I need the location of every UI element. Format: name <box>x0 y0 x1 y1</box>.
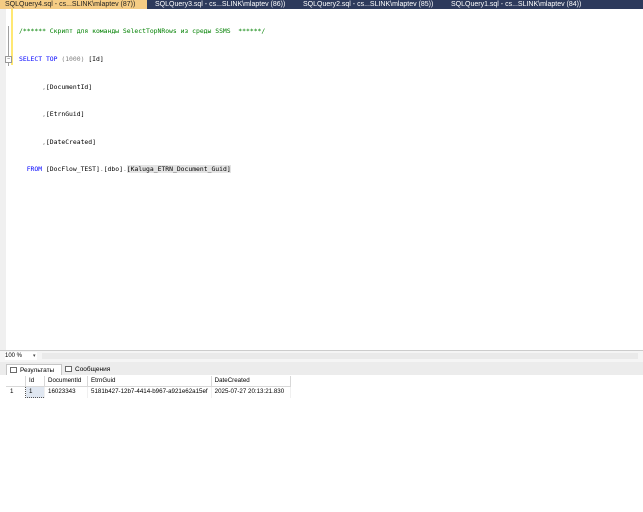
column-header-label: DateCreated <box>214 377 250 384</box>
table-name: [Kaluga_ETRN_Document_Guid] <box>126 165 231 174</box>
column-header-datecreated[interactable]: DateCreated <box>211 376 291 387</box>
row-number[interactable]: 1 <box>6 387 26 398</box>
code-line-3: ,[DocumentId] <box>19 83 265 92</box>
cell-datecreated[interactable]: 2025-07-27 20:13:21.830 <box>211 386 291 398</box>
tab-sqlquery3[interactable]: SQLQuery3.sql - cs...SLINK\mlaptev (86)) <box>150 0 295 9</box>
column-datecreated: [DateCreated] <box>45 137 96 146</box>
tab-label: SQLQuery3.sql - cs...SLINK\mlaptev (86)) <box>155 1 286 8</box>
schema-name: [dbo] <box>103 165 123 174</box>
cell-value: 1 <box>29 388 33 395</box>
column-header-id[interactable]: Id <box>25 376 45 387</box>
column-id: [Id] <box>88 55 104 63</box>
results-tabs: Результаты Сообщения <box>0 362 643 376</box>
code-line-2: − SELECT TOP (1000) [Id] <box>5 55 265 64</box>
tab-messages-label: Сообщения <box>75 366 111 373</box>
cell-value: 16023343 <box>48 388 76 396</box>
code-line-5: ,[DateCreated] <box>19 138 265 147</box>
tab-results-label: Результаты <box>20 367 55 374</box>
code-line-1: /****** Скрипт для команды SelectTopNRow… <box>19 27 265 36</box>
keyword-select: SELECT <box>19 55 43 63</box>
column-header-label: DocumentId <box>48 377 82 384</box>
cell-documentid[interactable]: 16023343 <box>44 386 88 398</box>
tab-sqlquery1[interactable]: SQLQuery1.sql - cs...SLINK\mlaptev (84)) <box>446 0 591 9</box>
zoom-level: 100 % <box>5 353 23 359</box>
column-etrnguid: [EtrnGuid] <box>45 110 85 119</box>
grid-header-row: Id DocumentId EtrnGuid DateCreated <box>6 376 291 387</box>
tab-label: SQLQuery2.sql - cs...SLINK\mlaptev (85)) <box>303 1 434 8</box>
cell-etrnguid[interactable]: 5181b427-12b7-4414-b967-a921e62a15ef <box>87 386 212 398</box>
table-row[interactable]: 1 1 16023343 5181b427-12b7-4414-b967-a92… <box>6 386 291 398</box>
results-grid: Id DocumentId EtrnGuid DateCreated 1 1 1… <box>6 376 291 398</box>
column-header-label: EtrnGuid <box>91 377 116 384</box>
chevron-down-icon[interactable]: ▾ <box>33 352 36 360</box>
results-grid-area: Id DocumentId EtrnGuid DateCreated 1 1 1… <box>0 375 643 512</box>
editor-status-bar: 100 % ▾ <box>0 350 643 362</box>
cell-id[interactable]: 1 <box>25 386 45 398</box>
database-name: [DocFlow_TEST] <box>45 165 100 174</box>
horizontal-scrollbar[interactable] <box>42 353 638 359</box>
code-line-4: ,[EtrnGuid] <box>19 110 265 119</box>
cell-value: 5181b427-12b7-4414-b967-a921e62a15ef <box>91 388 208 396</box>
row-number-label: 1 <box>10 388 14 396</box>
tab-label: SQLQuery4.sql - cs...SLINK\mlaptev (87)) <box>5 1 136 8</box>
cell-value: 2025-07-27 20:13:21.830 <box>214 388 285 396</box>
messages-icon <box>65 366 72 372</box>
query-editor[interactable]: /****** Скрипт для команды SelectTopNRow… <box>0 9 643 350</box>
document-tabs: SQLQuery4.sql - cs...SLINK\mlaptev (87))… <box>0 0 643 9</box>
column-header-label: Id <box>29 377 35 384</box>
column-header-etrnguid[interactable]: EtrnGuid <box>87 376 212 387</box>
keyword-from: FROM <box>26 165 43 174</box>
fold-toggle-icon[interactable]: − <box>5 56 12 63</box>
grid-icon <box>10 367 17 373</box>
row-header-corner[interactable] <box>6 376 26 387</box>
keyword-top: TOP <box>45 55 58 63</box>
sql-comment: /****** Скрипт для команды SelectTopNRow… <box>19 27 266 36</box>
code-line-6: FROM [DocFlow_TEST].[dbo].[Kaluga_ETRN_D… <box>19 165 265 174</box>
tab-sqlquery2[interactable]: SQLQuery2.sql - cs...SLINK\mlaptev (85)) <box>298 0 443 9</box>
top-value: (1000) <box>61 55 85 63</box>
column-documentid: [DocumentId] <box>45 82 93 91</box>
tab-label: SQLQuery1.sql - cs...SLINK\mlaptev (84)) <box>451 1 582 8</box>
tab-messages[interactable]: Сообщения <box>62 364 120 375</box>
column-header-documentid[interactable]: DocumentId <box>44 376 88 387</box>
ssms-window: SQLQuery4.sql - cs...SLINK\mlaptev (87))… <box>0 0 643 512</box>
tab-sqlquery4[interactable]: SQLQuery4.sql - cs...SLINK\mlaptev (87)) <box>0 0 147 9</box>
sql-code[interactable]: /****** Скрипт для команды SelectTopNRow… <box>5 9 265 193</box>
